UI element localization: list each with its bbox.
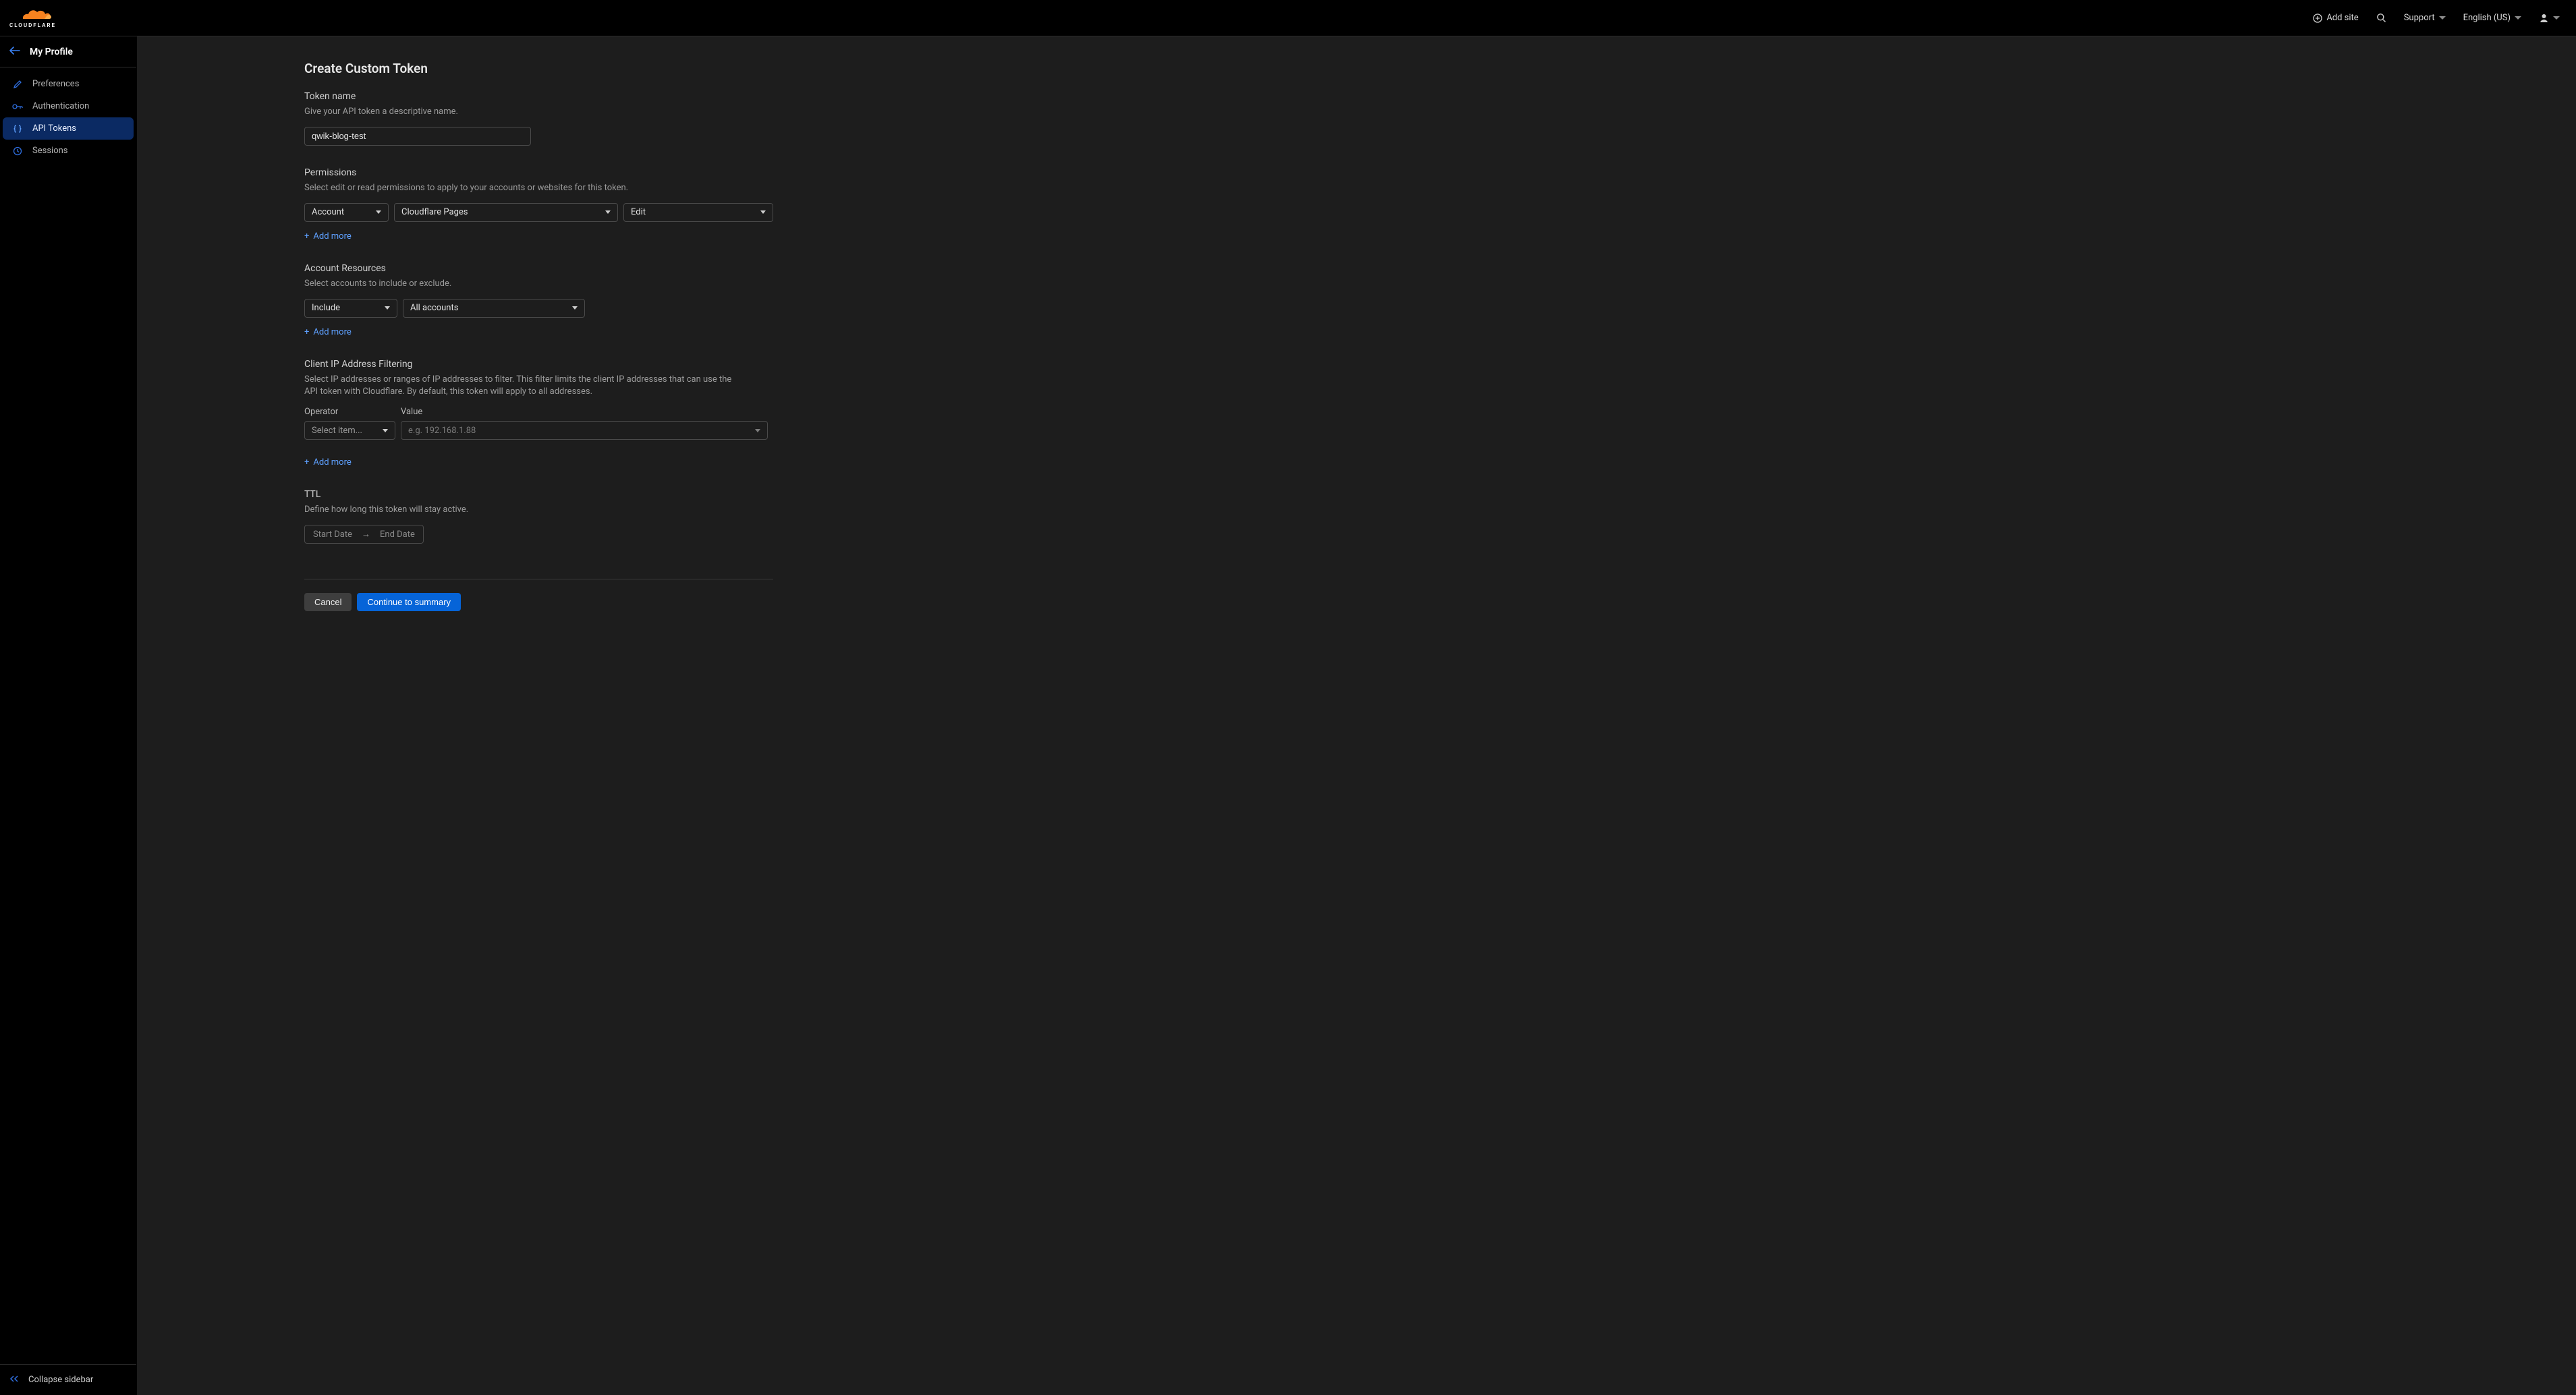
search-icon [2376,13,2386,23]
permissions-label: Permissions [304,167,773,178]
braces-icon [12,124,23,134]
token-name-label: Token name [304,91,773,102]
sidebar-item-preferences[interactable]: Preferences [3,73,134,95]
add-more-label: Add more [313,457,351,467]
account-target-value: All accounts [410,303,458,313]
ip-value-placeholder: e.g. 192.168.1.88 [408,426,476,436]
language-menu[interactable]: English (US) [2463,13,2521,23]
sidebar-item-api-tokens[interactable]: API Tokens [3,117,134,140]
chevron-down-icon [383,429,388,432]
ip-value-input[interactable]: e.g. 192.168.1.88 [401,421,768,440]
account-mode-value: Include [312,303,340,313]
language-label: English (US) [2463,13,2511,23]
add-permission-button[interactable]: + Add more [304,231,352,241]
back-arrow-icon[interactable] [9,47,20,57]
collapse-sidebar-button[interactable]: Collapse sidebar [0,1364,136,1395]
main-content: Create Custom Token Token name Give your… [137,36,2576,1395]
brand-text: CLOUDFLARE [9,22,56,28]
account-resources-label: Account Resources [304,263,773,274]
ttl-start-placeholder: Start Date [313,530,352,540]
ip-value-label: Value [401,407,768,417]
ttl-label: TTL [304,489,773,500]
support-menu[interactable]: Support [2404,13,2446,23]
add-ip-filter-button[interactable]: + Add more [304,457,352,467]
section-ttl: TTL Define how long this token will stay… [304,489,773,544]
arrow-right-icon: → [362,529,370,540]
add-more-label: Add more [313,231,351,241]
brand-logo[interactable]: CLOUDFLARE [9,8,56,28]
account-mode-select[interactable]: Include [304,299,397,318]
perm-resource-value: Cloudflare Pages [401,207,468,217]
permissions-help: Select edit or read permissions to apply… [304,182,773,195]
ttl-range-input[interactable]: Start Date → End Date [304,525,424,544]
cancel-button[interactable]: Cancel [304,593,352,611]
sidebar-item-label: Authentication [32,101,89,111]
perm-resource-select[interactable]: Cloudflare Pages [394,203,618,222]
chevron-down-icon [376,210,381,214]
sidebar-item-label: Sessions [32,146,68,156]
chevron-down-icon [2553,16,2560,20]
sidebar-title: My Profile [30,47,73,57]
search-button[interactable] [2376,13,2386,23]
plus-icon: + [304,231,309,241]
chevron-down-icon [385,306,390,310]
section-token-name: Token name Give your API token a descrip… [304,91,773,146]
page-title: Create Custom Token [304,61,773,76]
chevron-down-icon [760,210,766,214]
chevron-down-icon [2515,16,2521,20]
sidebar-nav: Preferences Authentication API Tokens Se… [0,67,136,167]
perm-access-select[interactable]: Edit [623,203,773,222]
account-resources-help: Select accounts to include or exclude. [304,278,773,291]
add-site-label: Add site [2326,13,2358,23]
perm-scope-value: Account [312,207,344,217]
section-account-resources: Account Resources Select accounts to inc… [304,263,773,337]
topbar: CLOUDFLARE Add site Support English (US) [0,0,2576,36]
section-permissions: Permissions Select edit or read permissi… [304,167,773,241]
token-name-help: Give your API token a descriptive name. [304,106,773,119]
continue-button[interactable]: Continue to summary [357,593,461,611]
chevron-down-icon [572,306,578,310]
add-site-button[interactable]: Add site [2313,13,2358,23]
add-more-label: Add more [313,327,351,337]
support-label: Support [2404,13,2435,23]
sidebar-header: My Profile [0,36,136,67]
collapse-label: Collapse sidebar [28,1375,93,1385]
sidebar-item-label: Preferences [32,79,79,89]
sidebar: My Profile Preferences Authentication AP… [0,36,137,1395]
cloud-icon [13,8,53,22]
chevron-down-icon [2439,16,2446,20]
plus-icon: + [304,327,309,337]
plus-icon: + [304,457,309,467]
token-name-input[interactable] [304,127,531,146]
section-ip-filtering: Client IP Address Filtering Select IP ad… [304,359,773,468]
account-menu[interactable] [2539,13,2560,23]
chevron-down-icon [605,210,611,214]
ttl-help: Define how long this token will stay act… [304,504,773,517]
perm-scope-select[interactable]: Account [304,203,389,222]
pencil-icon [12,80,23,89]
perm-access-value: Edit [631,207,646,217]
sidebar-item-label: API Tokens [32,123,76,134]
key-icon [12,102,23,111]
ip-operator-select[interactable]: Select item... [304,421,395,440]
user-icon [2539,13,2549,23]
plus-circle-icon [2313,13,2322,23]
clock-icon [12,146,23,156]
ip-label: Client IP Address Filtering [304,359,773,370]
ttl-end-placeholder: End Date [380,530,415,540]
ip-operator-label: Operator [304,407,395,417]
action-buttons: Cancel Continue to summary [304,593,773,611]
ip-operator-placeholder: Select item... [312,426,362,436]
account-target-select[interactable]: All accounts [403,299,585,318]
topbar-actions: Add site Support English (US) [2313,13,2567,23]
chevrons-left-icon [9,1375,19,1386]
chevron-down-icon [755,429,760,432]
ip-help: Select IP addresses or ranges of IP addr… [304,374,736,399]
sidebar-item-authentication[interactable]: Authentication [3,95,134,117]
add-account-resource-button[interactable]: + Add more [304,327,352,337]
sidebar-item-sessions[interactable]: Sessions [3,140,134,162]
